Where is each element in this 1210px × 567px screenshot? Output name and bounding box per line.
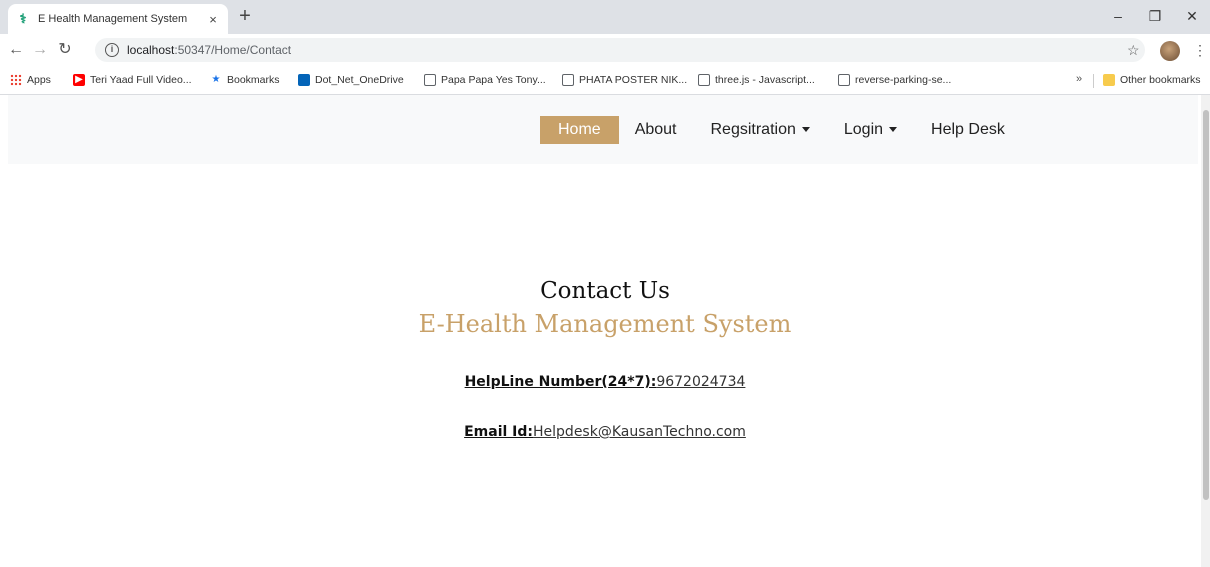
- back-arrow-icon[interactable]: ←: [6, 40, 26, 60]
- bookmark-label: Apps: [27, 74, 51, 86]
- apps-grid-icon: [10, 74, 22, 86]
- globe-icon: [424, 74, 436, 86]
- reload-icon[interactable]: ↻: [55, 40, 75, 60]
- folder-icon: [1103, 74, 1115, 86]
- bookmark-item[interactable]: three.js - Javascript...: [698, 74, 815, 86]
- page-viewport: Home About Regsitration Login Help Desk …: [0, 95, 1210, 567]
- more-bookmarks-chevron-icon[interactable]: »: [1076, 73, 1082, 85]
- bookmark-item[interactable]: ▶ Teri Yaad Full Video...: [73, 74, 192, 86]
- kebab-menu-icon[interactable]: ⋮: [1193, 42, 1207, 59]
- youtube-icon: ▶: [73, 74, 85, 86]
- close-window-button[interactable]: ✕: [1174, 4, 1210, 28]
- nav-help-desk[interactable]: Help Desk: [913, 116, 1023, 144]
- tab-title: E Health Management System: [38, 13, 188, 25]
- nav-login-dropdown[interactable]: Login: [826, 116, 915, 144]
- address-bar[interactable]: i localhost:50347/Home/Contact: [95, 38, 1145, 62]
- bookmarks-bar: Apps ▶ Teri Yaad Full Video... ★ Bookmar…: [0, 66, 1210, 95]
- browser-tab[interactable]: ⚕ E Health Management System ×: [8, 4, 228, 34]
- browser-tab-strip: ⚕ E Health Management System × + – ❐ ✕: [0, 0, 1210, 34]
- helpline-label: HelpLine Number(24*7):: [464, 374, 657, 390]
- onedrive-cloud-icon: [298, 74, 310, 86]
- system-name: E-Health Management System: [418, 310, 792, 338]
- bookmark-item[interactable]: Dot_Net_OneDrive: [298, 74, 404, 86]
- bookmark-item[interactable]: ★ Bookmarks: [210, 74, 280, 86]
- nav-links: Home About Regsitration Login Help Desk: [540, 116, 1021, 144]
- info-icon[interactable]: i: [105, 43, 119, 57]
- nav-about[interactable]: About: [617, 116, 695, 144]
- site-navbar: Home About Regsitration Login Help Desk: [8, 95, 1198, 164]
- url-path: :50347/Home/Contact: [174, 43, 292, 57]
- health-favicon-icon: ⚕: [19, 11, 27, 26]
- bookmark-label: Teri Yaad Full Video...: [90, 74, 192, 86]
- email-link[interactable]: Helpdesk@KausanTechno.com: [533, 424, 746, 440]
- other-bookmarks[interactable]: Other bookmarks: [1103, 74, 1201, 86]
- caret-down-icon: [801, 127, 810, 133]
- profile-avatar[interactable]: [1160, 41, 1180, 61]
- new-tab-button[interactable]: +: [234, 6, 256, 28]
- helpline-number-link[interactable]: 9672024734: [656, 374, 745, 390]
- bookmark-label: reverse-parking-se...: [855, 74, 952, 86]
- bookmark-star-icon[interactable]: ☆: [1127, 42, 1140, 59]
- scrollbar-thumb[interactable]: [1203, 110, 1209, 500]
- email-label: Email Id:: [464, 424, 534, 440]
- restore-button[interactable]: ❐: [1137, 4, 1173, 28]
- forward-arrow-icon[interactable]: →: [30, 40, 50, 60]
- bookmark-item[interactable]: reverse-parking-se...: [838, 74, 951, 86]
- bookmark-label: Other bookmarks: [1120, 74, 1201, 86]
- page-title: Contact Us: [540, 278, 670, 304]
- helpline-row: HelpLine Number(24*7):9672024734: [0, 374, 1210, 390]
- bookmark-label: Dot_Net_OneDrive: [315, 74, 404, 86]
- bookmark-item[interactable]: Papa Papa Yes Tony...: [424, 74, 546, 86]
- globe-icon: [838, 74, 850, 86]
- caret-down-icon: [889, 127, 898, 133]
- globe-icon: [562, 74, 574, 86]
- bookmark-item[interactable]: PHATA POSTER NIK...: [562, 74, 687, 86]
- star-icon: ★: [211, 74, 221, 85]
- url-host: localhost: [127, 43, 175, 57]
- tab-close-icon[interactable]: ×: [206, 12, 220, 27]
- bookmark-label: PHATA POSTER NIK...: [579, 74, 688, 86]
- nav-home[interactable]: Home: [540, 116, 619, 144]
- bookmark-apps[interactable]: Apps: [10, 74, 51, 86]
- email-row: Email Id:Helpdesk@KausanTechno.com: [0, 424, 1210, 440]
- minimize-button[interactable]: –: [1100, 4, 1136, 28]
- bookmark-label: Papa Papa Yes Tony...: [441, 74, 546, 86]
- nav-registration-label: Regsitration: [710, 121, 796, 138]
- nav-registration-dropdown[interactable]: Regsitration: [693, 116, 828, 144]
- bookmarks-divider: [1093, 74, 1094, 88]
- browser-toolbar: ← → ↻ i localhost:50347/Home/Contact ☆ ⋮: [0, 34, 1210, 66]
- nav-login-label: Login: [843, 121, 884, 138]
- bookmark-label: three.js - Javascript...: [715, 74, 815, 86]
- bookmark-label: Bookmarks: [227, 74, 280, 86]
- globe-icon: [698, 74, 710, 86]
